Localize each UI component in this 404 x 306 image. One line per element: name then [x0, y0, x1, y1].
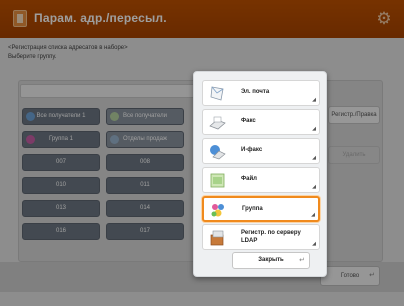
ifax-icon [210, 145, 226, 160]
menu-item-fax[interactable]: Факс ◢ [202, 109, 320, 135]
submenu-arrow-icon: ◢ [312, 241, 316, 247]
close-button[interactable]: Закрыть ↵ [232, 252, 310, 269]
email-icon [210, 86, 224, 101]
submenu-arrow-icon: ◢ [311, 212, 315, 218]
enter-icon: ↵ [299, 257, 305, 264]
menu-item-file[interactable]: Файл ◢ [202, 167, 320, 193]
group-icon [211, 204, 224, 217]
file-icon [210, 173, 225, 188]
submenu-arrow-icon: ◢ [312, 184, 316, 190]
submenu-arrow-icon: ◢ [312, 155, 316, 161]
menu-item-group[interactable]: Группа ◢ [202, 196, 320, 222]
menu-item-ifax[interactable]: И-факс ◢ [202, 138, 320, 164]
submenu-arrow-icon: ◢ [312, 126, 316, 132]
address-type-menu: Эл. почта ◢ Факс ◢ И-факс ◢ Файл ◢ Групп… [193, 71, 327, 277]
close-label: Закрыть [258, 257, 284, 263]
ldap-server-icon [210, 230, 224, 246]
screen: Парам. адр./пересыл. ⚙ <Регистрация спис… [0, 0, 404, 306]
menu-item-email[interactable]: Эл. почта ◢ [202, 80, 320, 106]
menu-item-ldap[interactable]: Регистр. по серверу LDAP ◢ [202, 224, 320, 250]
submenu-arrow-icon: ◢ [312, 97, 316, 103]
fax-icon [209, 116, 226, 130]
